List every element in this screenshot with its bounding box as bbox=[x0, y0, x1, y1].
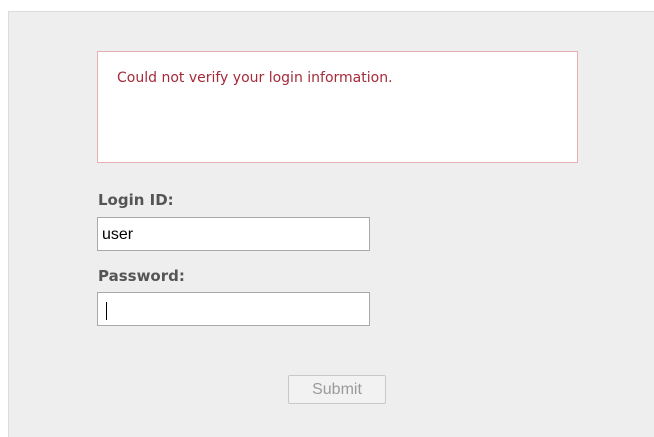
text-cursor bbox=[106, 302, 107, 320]
password-input[interactable] bbox=[97, 292, 370, 326]
error-message: Could not verify your login information. bbox=[117, 70, 393, 86]
password-label: Password: bbox=[98, 267, 185, 285]
login-id-input[interactable] bbox=[97, 217, 370, 251]
error-message-box: Could not verify your login information. bbox=[97, 51, 578, 163]
login-panel: Could not verify your login information.… bbox=[8, 11, 654, 437]
login-id-label: Login ID: bbox=[98, 191, 174, 209]
submit-button[interactable]: Submit bbox=[288, 375, 386, 404]
